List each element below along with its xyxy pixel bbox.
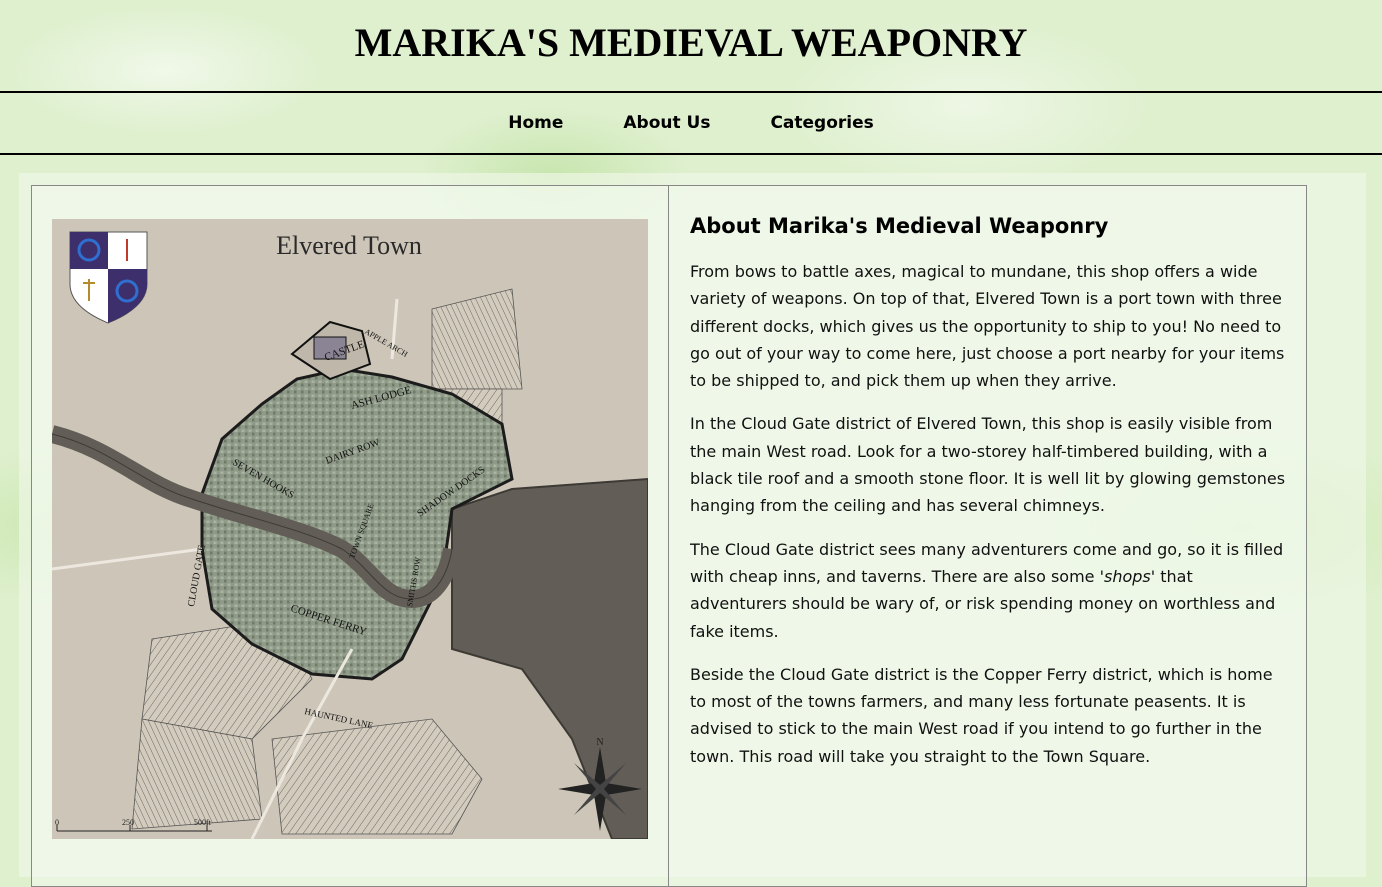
p3-text-start: The Cloud Gate district sees many advent… xyxy=(690,539,1284,586)
about-paragraph-4: Beside the Cloud Gate district is the Co… xyxy=(690,664,1273,766)
map-label-apple-arch: APPLE ARCH xyxy=(363,327,409,359)
about-paragraph-3: The Cloud Gate district sees many advent… xyxy=(690,536,1290,645)
map-title: Elvered Town xyxy=(276,231,422,260)
about-paragraph-2: In the Cloud Gate district of Elvered To… xyxy=(690,414,1286,516)
scale-label-500: 500ft xyxy=(194,818,212,827)
harbor-water xyxy=(451,477,649,840)
coat-of-arms-icon xyxy=(69,231,148,324)
town-map-image: Elvered Town CASTLE ASH LODGE DAIRY ROW … xyxy=(49,219,649,840)
scale-label-0: 0 xyxy=(55,818,59,827)
scale-label-250: 250 xyxy=(122,818,134,827)
compass-north-label: N xyxy=(596,737,603,748)
about-heading: About Marika's Medieval Weaponry xyxy=(690,214,1109,238)
page-container: Elvered Town CASTLE ASH LODGE DAIRY ROW … xyxy=(19,173,1366,887)
p3-emphasis: 'shops' xyxy=(1099,566,1156,586)
about-section: About Marika's Medieval Weaponry From bo… xyxy=(690,214,1290,786)
site-title: MARIKA'S MEDIEVAL WEAPONRY xyxy=(354,20,1028,65)
content-panel: Elvered Town CASTLE ASH LODGE DAIRY ROW … xyxy=(31,185,1307,887)
nav-home-link[interactable]: Home xyxy=(478,113,593,133)
nav-categories-link[interactable]: Categories xyxy=(740,113,903,133)
map-label-cloud-gate: CLOUD GATE xyxy=(186,544,208,607)
main-nav: Home About Us Categories xyxy=(0,91,1382,155)
nav-about-link[interactable]: About Us xyxy=(593,113,740,133)
column-divider xyxy=(668,186,669,886)
about-paragraph-1: From bows to battle axes, magical to mun… xyxy=(690,262,1285,391)
